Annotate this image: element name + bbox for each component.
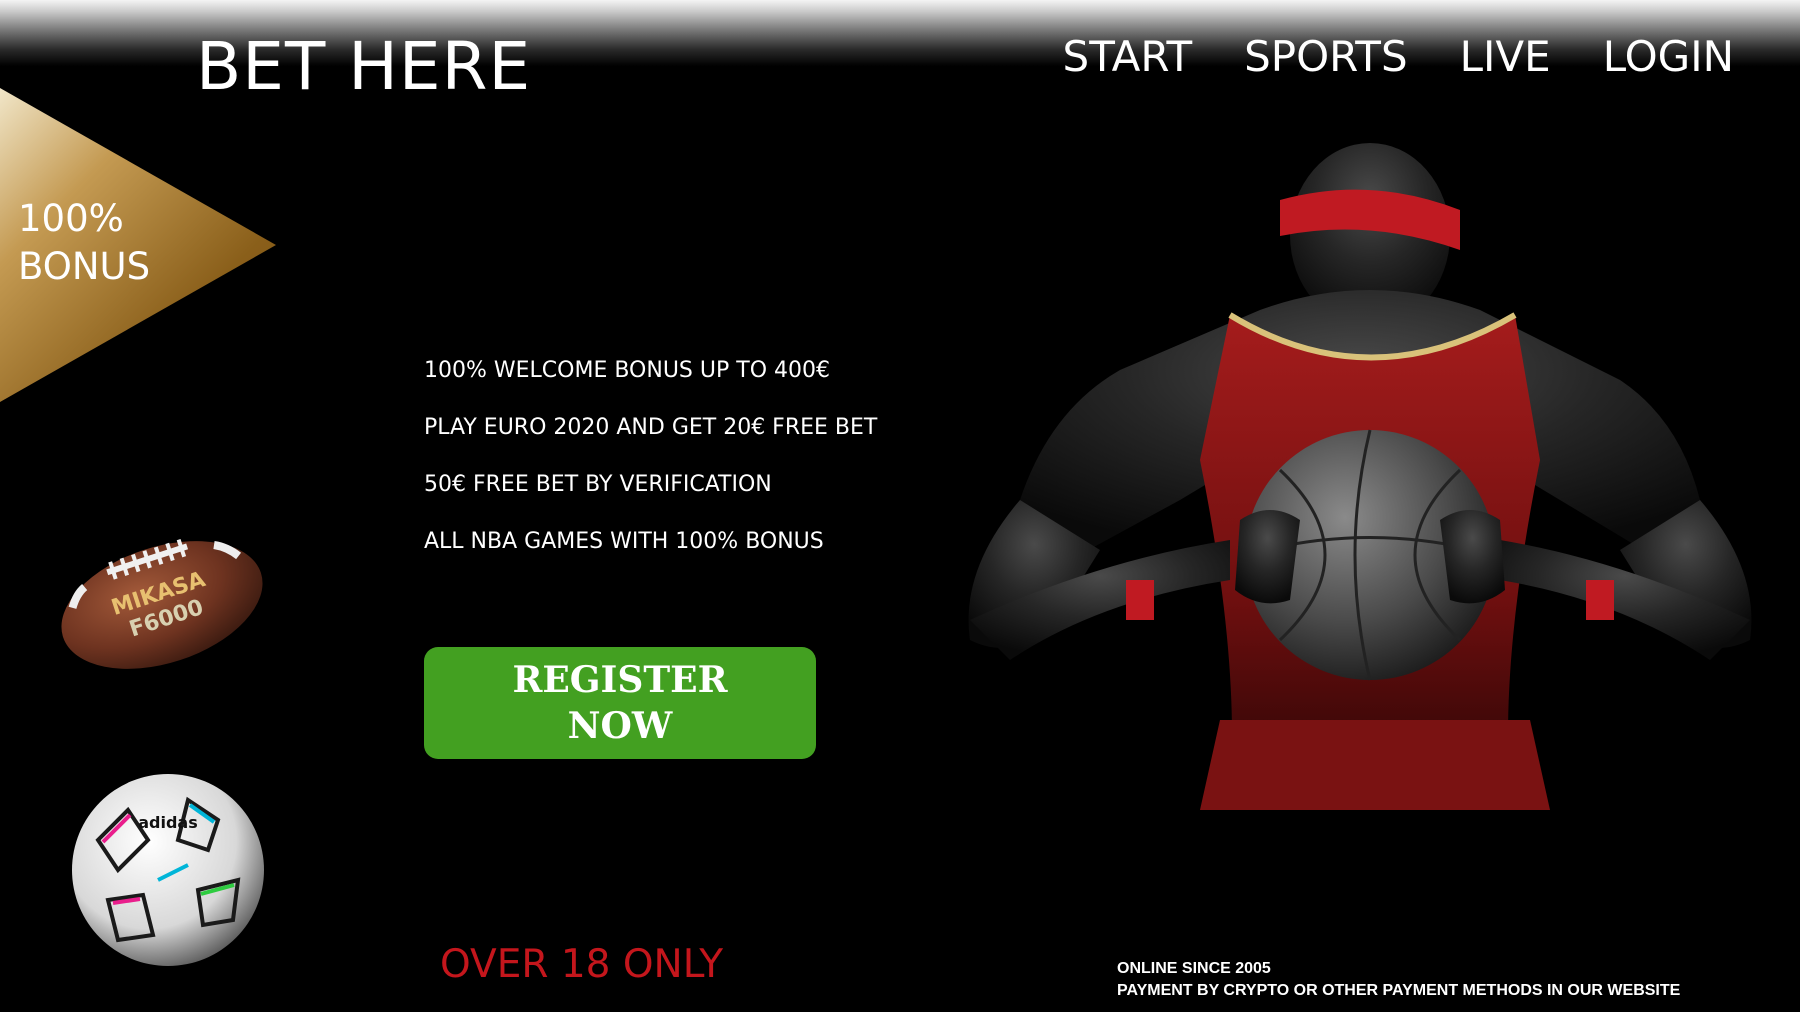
bonus-badge-text: 100% BONUS bbox=[18, 195, 150, 291]
brand-logo[interactable]: BET HERE bbox=[196, 28, 531, 105]
footer-info: ONLINE SINCE 2005 PAYMENT BY CRYPTO OR O… bbox=[1117, 958, 1680, 1002]
nav-start[interactable]: START bbox=[1063, 32, 1193, 81]
american-football-image: MIKASA F6000 bbox=[61, 539, 263, 669]
soccer-ball-image: adidas bbox=[72, 774, 264, 966]
promo-item: ALL NBA GAMES WITH 100% BONUS bbox=[424, 529, 824, 554]
promo-item: 100% WELCOME BONUS UP TO 400€ bbox=[424, 358, 830, 383]
soccer-ball-brand-text: adidas bbox=[138, 813, 198, 832]
promo-item: PLAY EURO 2020 AND GET 20€ FREE BET bbox=[424, 415, 878, 440]
register-now-label: REGISTER NOW bbox=[512, 659, 728, 747]
nav-live[interactable]: LIVE bbox=[1460, 32, 1551, 81]
promo-item: 50€ FREE BET BY VERIFICATION bbox=[424, 472, 772, 497]
promo-list: 100% WELCOME BONUS UP TO 400€ PLAY EURO … bbox=[424, 358, 877, 586]
footer-payment: PAYMENT BY CRYPTO OR OTHER PAYMENT METHO… bbox=[1117, 982, 1681, 999]
register-now-button[interactable]: REGISTER NOW bbox=[424, 647, 816, 759]
bonus-label: BONUS bbox=[18, 245, 151, 288]
age-restriction-notice: OVER 18 ONLY bbox=[440, 942, 724, 987]
main-nav: START SPORTS LIVE LOGIN bbox=[1063, 32, 1734, 81]
bonus-percent: 100% bbox=[18, 197, 124, 240]
nav-login[interactable]: LOGIN bbox=[1603, 32, 1734, 81]
nav-sports[interactable]: SPORTS bbox=[1244, 32, 1408, 81]
basketball-player-image bbox=[968, 143, 1752, 810]
landing-page: BET HERE START SPORTS LIVE LOGIN 100% BO… bbox=[0, 0, 1800, 1012]
footer-since: ONLINE SINCE 2005 bbox=[1117, 960, 1271, 977]
